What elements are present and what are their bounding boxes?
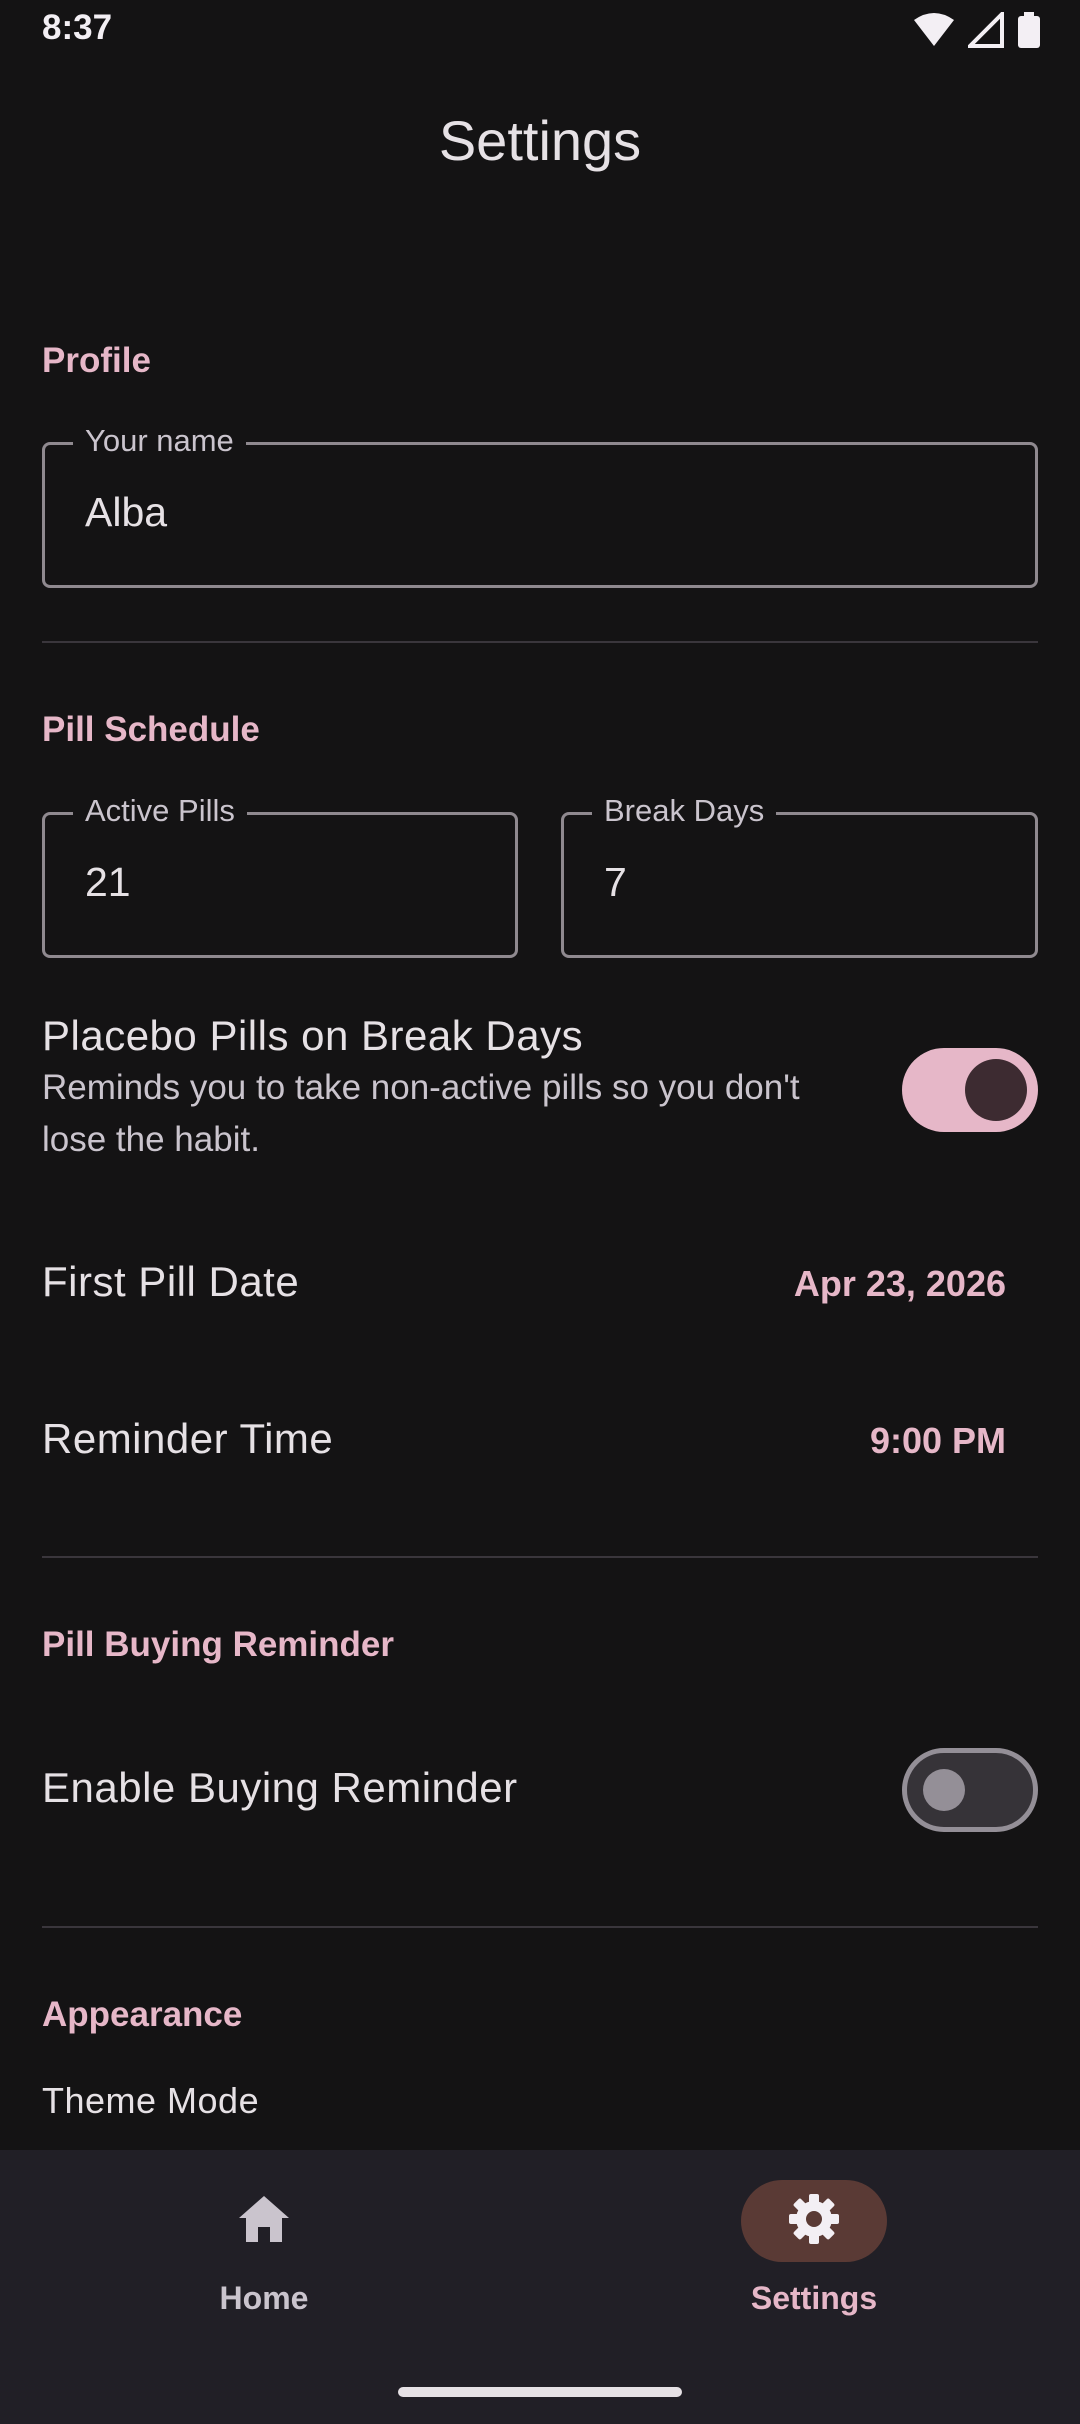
gear-icon — [787, 2192, 841, 2251]
bottom-navigation: Home Settings — [0, 2150, 1080, 2424]
home-icon — [237, 2194, 291, 2249]
break-days-value: 7 — [604, 859, 627, 905]
section-header-pill-buying: Pill Buying Reminder — [42, 1625, 394, 1664]
placebo-toggle[interactable] — [902, 1048, 1038, 1132]
divider — [42, 641, 1038, 643]
page-title: Settings — [438, 109, 642, 172]
reminder-time-value[interactable]: 9:00 PM — [870, 1420, 1006, 1462]
buying-reminder-toggle[interactable] — [902, 1748, 1038, 1832]
gesture-handle[interactable] — [398, 2387, 682, 2397]
divider — [42, 1556, 1038, 1558]
wifi-icon — [914, 12, 954, 53]
section-header-profile: Profile — [42, 341, 151, 380]
status-bar: 8:37 — [0, 0, 1080, 64]
active-pills-field[interactable]: Active Pills 21 — [42, 793, 518, 958]
nav-item-settings[interactable]: Settings — [664, 2180, 964, 2340]
name-field-value: Alba — [85, 489, 168, 535]
section-header-pill-schedule: Pill Schedule — [42, 710, 260, 749]
section-header-appearance: Appearance — [42, 1995, 243, 2034]
cellular-signal-icon — [965, 9, 1004, 53]
theme-mode-label: Theme Mode — [42, 2080, 260, 2121]
nav-indicator — [191, 2180, 337, 2262]
active-pills-value: 21 — [85, 859, 131, 905]
active-pills-label: Active Pills — [73, 793, 247, 829]
break-days-field[interactable]: Break Days 7 — [561, 793, 1038, 958]
first-pill-date-label: First Pill Date — [42, 1258, 300, 1305]
status-time: 8:37 — [42, 8, 113, 47]
name-field-label: Your name — [73, 423, 246, 459]
break-days-label: Break Days — [592, 793, 777, 829]
switch-thumb — [923, 1769, 965, 1811]
status-icons — [914, 9, 1040, 53]
divider — [42, 1926, 1038, 1928]
first-pill-date-value[interactable]: Apr 23, 2026 — [794, 1263, 1006, 1305]
nav-active-indicator — [741, 2180, 887, 2262]
nav-label-home: Home — [219, 2280, 309, 2316]
name-field[interactable]: Your name Alba — [42, 423, 1038, 588]
placebo-title: Placebo Pills on Break Days — [42, 1012, 584, 1059]
switch-thumb — [965, 1059, 1027, 1121]
reminder-time-label: Reminder Time — [42, 1415, 334, 1462]
nav-item-home[interactable]: Home — [114, 2180, 414, 2340]
battery-icon — [1018, 12, 1040, 53]
nav-label-settings: Settings — [750, 2280, 878, 2316]
placebo-description: Reminds you to take non-active pills so … — [42, 1068, 800, 1159]
buying-reminder-label: Enable Buying Reminder — [42, 1764, 518, 1811]
